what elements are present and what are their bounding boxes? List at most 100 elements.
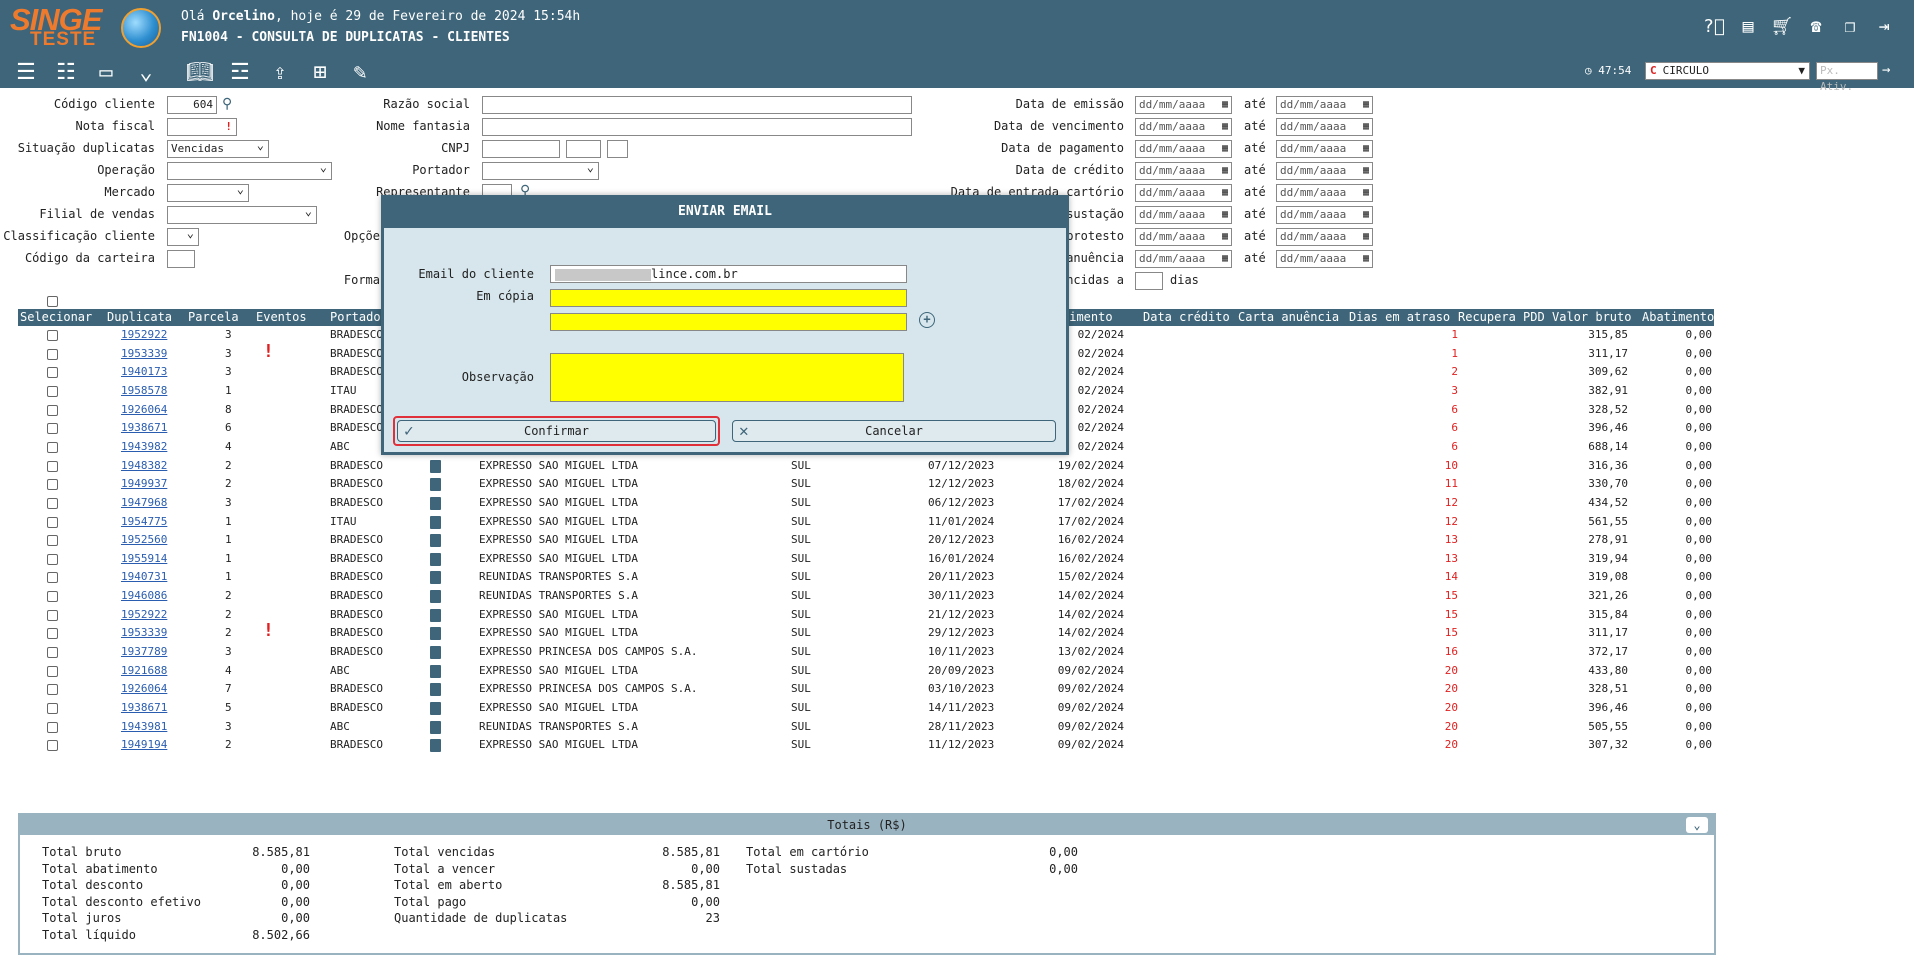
date-from-input[interactable]: dd/mm/aaaa [1135, 184, 1232, 202]
document-icon[interactable] [430, 459, 441, 473]
row-checkbox[interactable] [47, 423, 58, 435]
cnpj-input-1[interactable] [482, 140, 560, 158]
grid-icon[interactable]: ⊞ [304, 58, 336, 86]
table-row[interactable]: 1954775 1 ITAU EXPRESSO SAO MIGUEL LTDA … [18, 513, 1714, 531]
mercado-select[interactable] [167, 184, 249, 202]
row-checkbox[interactable] [47, 665, 58, 677]
cart-icon[interactable]: 🛒︎ [1770, 14, 1794, 38]
col-carta-anuencia[interactable]: Carta anuência [1238, 310, 1339, 324]
duplicata-link[interactable]: 1943982 [121, 440, 167, 453]
nome-fantasia-input[interactable] [482, 118, 912, 136]
book-icon[interactable]: 📖︎ [184, 58, 216, 86]
event-alert-icon[interactable]: ! [263, 342, 274, 360]
duplicata-link[interactable]: 1938671 [121, 421, 167, 434]
duplicata-link[interactable]: 1946086 [121, 589, 167, 602]
row-checkbox[interactable] [47, 572, 58, 584]
date-from-input[interactable]: dd/mm/aaaa [1135, 118, 1232, 136]
row-checkbox[interactable] [47, 367, 58, 379]
date-to-input[interactable]: dd/mm/aaaa [1276, 206, 1373, 224]
row-checkbox[interactable] [47, 348, 58, 360]
logout-icon[interactable]: ⇥ [1872, 14, 1896, 38]
table-row[interactable]: 1943981 3 ABC REUNIDAS TRANSPORTES S.A S… [18, 718, 1714, 736]
duplicata-link[interactable]: 1921688 [121, 664, 167, 677]
expand-icon[interactable]: ⌄ [130, 58, 162, 86]
carteira-input[interactable] [167, 250, 195, 268]
row-checkbox[interactable] [47, 684, 58, 696]
duplicata-link[interactable]: 1926064 [121, 403, 167, 416]
select-all-checkbox[interactable] [47, 296, 58, 307]
date-to-input[interactable]: dd/mm/aaaa [1276, 250, 1373, 268]
document-icon[interactable] [430, 683, 441, 697]
help-icon[interactable]: ?⃝ [1702, 14, 1726, 38]
row-checkbox[interactable] [47, 479, 58, 491]
confirm-button[interactable]: ✓ Confirmar [397, 420, 716, 442]
collapse-icon[interactable]: ⌄ [1686, 817, 1708, 833]
document-icon[interactable]: ▤ [1736, 14, 1760, 38]
table-row[interactable]: 1949194 2 BRADESCO EXPRESSO SAO MIGUEL L… [18, 736, 1714, 754]
col-parcela[interactable]: Parcela [188, 310, 239, 324]
col-vencimento[interactable]: cimento [1062, 310, 1113, 324]
table-row[interactable]: 1946086 2 BRADESCO REUNIDAS TRANSPORTES … [18, 587, 1714, 605]
col-abatimento[interactable]: Abatimento [1642, 310, 1714, 324]
row-checkbox[interactable] [47, 460, 58, 472]
table-row[interactable]: 1940731 1 BRADESCO REUNIDAS TRANSPORTES … [18, 568, 1714, 586]
duplicata-link[interactable]: 1947968 [121, 496, 167, 509]
table-row[interactable]: 1955914 1 BRADESCO EXPRESSO SAO MIGUEL L… [18, 550, 1714, 568]
situacao-select[interactable]: Vencidas [167, 140, 269, 158]
table-row[interactable]: 1938671 5 BRADESCO EXPRESSO SAO MIGUEL L… [18, 699, 1714, 717]
document-icon[interactable] [430, 739, 441, 753]
row-checkbox[interactable] [47, 497, 58, 509]
table-row[interactable]: 1953339 2 ! BRADESCO EXPRESSO SAO MIGUEL… [18, 622, 1714, 642]
document-icon[interactable] [430, 646, 441, 660]
portador-select[interactable] [482, 162, 599, 180]
windows-icon[interactable]: ❐ [1838, 14, 1862, 38]
table-row[interactable]: 1948382 2 BRADESCO EXPRESSO SAO MIGUEL L… [18, 457, 1714, 475]
date-to-input[interactable]: dd/mm/aaaa [1276, 184, 1373, 202]
codigo-cliente-input[interactable]: 604 [167, 96, 217, 114]
edit-document-icon[interactable]: ✎ [344, 58, 376, 86]
col-eventos[interactable]: Eventos [256, 310, 307, 324]
date-from-input[interactable]: dd/mm/aaaa [1135, 228, 1232, 246]
duplicata-link[interactable]: 1949194 [121, 738, 167, 751]
document-icon[interactable] [430, 496, 441, 510]
row-checkbox[interactable] [47, 721, 58, 733]
px-ativ-input[interactable]: Px. Ativ. [1816, 62, 1878, 93]
col-duplicata[interactable]: Duplicata [107, 310, 172, 324]
duplicata-link[interactable]: 1952922 [121, 608, 167, 621]
list-icon[interactable]: ☰ [10, 58, 42, 86]
col-data-credito[interactable]: Data crédito [1143, 310, 1230, 324]
razao-social-input[interactable] [482, 96, 912, 114]
row-checkbox[interactable] [47, 404, 58, 416]
date-from-input[interactable]: dd/mm/aaaa [1135, 206, 1232, 224]
duplicata-link[interactable]: 1937789 [121, 645, 167, 658]
row-checkbox[interactable] [47, 740, 58, 752]
document-icon[interactable] [430, 552, 441, 566]
phone-icon[interactable]: ☎ [1804, 14, 1828, 38]
cancel-button[interactable]: ✕ Cancelar [732, 420, 1056, 442]
observation-textarea[interactable] [550, 353, 904, 402]
document-icon[interactable] [430, 515, 441, 529]
date-from-input[interactable]: dd/mm/aaaa [1135, 250, 1232, 268]
col-dias-atraso[interactable]: Dias em atraso [1349, 310, 1450, 324]
add-copy-icon[interactable]: + [919, 312, 935, 328]
copy-email-field-2[interactable] [550, 313, 907, 331]
row-checkbox[interactable] [47, 647, 58, 659]
row-checkbox[interactable] [47, 385, 58, 397]
duplicata-link[interactable]: 1926064 [121, 682, 167, 695]
document-icon[interactable] [430, 720, 441, 734]
table-row[interactable]: 1947968 3 BRADESCO EXPRESSO SAO MIGUEL L… [18, 494, 1714, 512]
row-checkbox[interactable] [47, 628, 58, 640]
document-icon[interactable] [430, 608, 441, 622]
date-from-input[interactable]: dd/mm/aaaa [1135, 96, 1232, 114]
row-checkbox[interactable] [47, 516, 58, 528]
row-checkbox[interactable] [47, 535, 58, 547]
duplicata-link[interactable]: 1953339 [121, 347, 167, 360]
document-icon[interactable] [430, 478, 441, 492]
document-icon[interactable] [430, 590, 441, 604]
date-to-input[interactable]: dd/mm/aaaa [1276, 96, 1373, 114]
col-recupera-pdd[interactable]: Recupera PDD [1458, 310, 1545, 324]
company-select[interactable]: C CIRCULO ▼ [1645, 62, 1810, 80]
sliders-icon[interactable]: ☲ [224, 58, 256, 86]
classificacao-select[interactable] [167, 228, 199, 246]
duplicata-link[interactable]: 1943981 [121, 720, 167, 733]
